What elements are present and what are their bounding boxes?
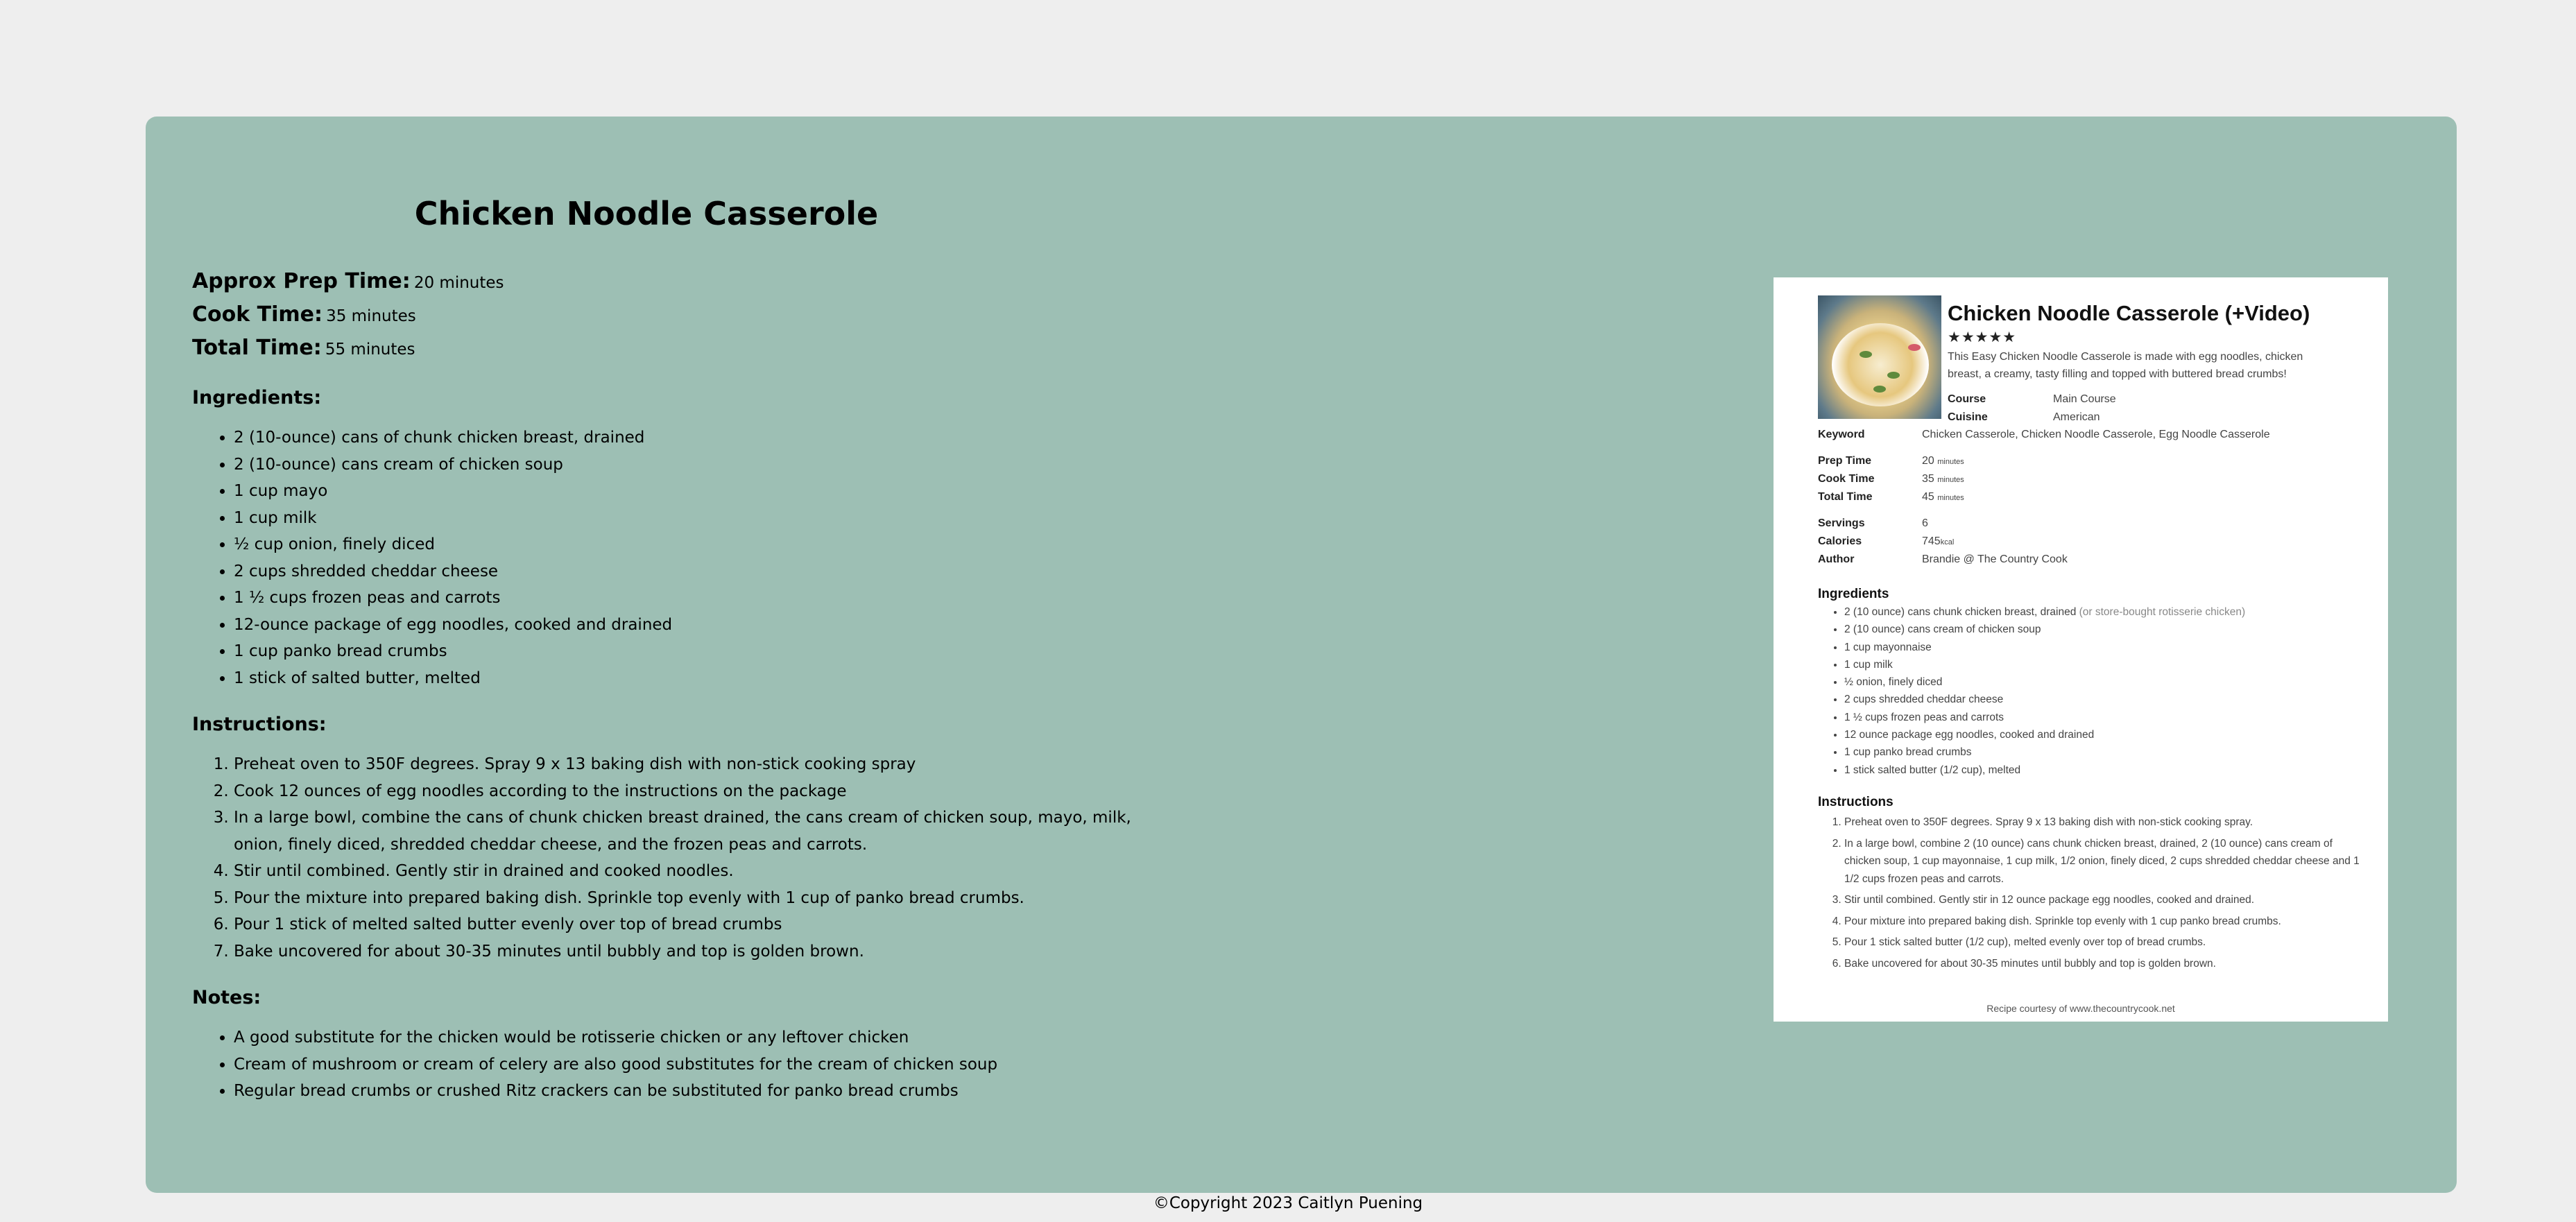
list-item: 1 cup milk bbox=[1844, 656, 2371, 673]
list-item: Stir until combined. Gently stir in drai… bbox=[234, 858, 1142, 885]
list-item: Pour 1 stick salted butter (1/2 cup), me… bbox=[1844, 933, 2371, 952]
ingredients-heading: Ingredients: bbox=[192, 387, 322, 408]
prep-time: Approx Prep Time: 20 minutes bbox=[192, 265, 1142, 298]
list-item: 2 cups shredded cheddar cheese bbox=[234, 558, 1142, 585]
list-item: 2 (10-ounce) cans cream of chicken soup bbox=[234, 451, 1142, 479]
list-item: 1 cup panko bread crumbs bbox=[234, 638, 1142, 665]
card-description: This Easy Chicken Noodle Casserole is ma… bbox=[1948, 351, 2303, 380]
instructions-heading: Instructions: bbox=[192, 714, 327, 735]
list-item: 12-ounce package of egg noodles, cooked … bbox=[234, 612, 1142, 639]
recipe-credit: Recipe courtesy of www.thecountrycook.ne… bbox=[1986, 1003, 2175, 1014]
cuisine-value: American bbox=[2053, 411, 2100, 423]
cook-time-value: 35 minutes bbox=[326, 307, 416, 325]
recipe-card: Chicken Noodle Casserole Approx Prep Tim… bbox=[146, 117, 2457, 1193]
list-item: 1 stick salted butter (1/2 cup), melted bbox=[1844, 761, 2371, 779]
notes-heading: Notes: bbox=[192, 987, 261, 1008]
instructions-list: Preheat oven to 350F degrees. Spray 9 x … bbox=[192, 751, 1142, 965]
list-item: In a large bowl, combine 2 (10 ounce) ca… bbox=[1844, 835, 2371, 888]
card-ingredients-heading: Ingredients bbox=[1818, 587, 1889, 601]
list-item: Pour mixture into prepared baking dish. … bbox=[1844, 913, 2371, 931]
cuisine-label: Cuisine bbox=[1948, 411, 1988, 423]
card-ingredients-list: 2 (10 ounce) cans chunk chicken breast, … bbox=[1818, 603, 2371, 779]
list-item: Preheat oven to 350F degrees. Spray 9 x … bbox=[1844, 814, 2371, 832]
recipe-content: Chicken Noodle Casserole Approx Prep Tim… bbox=[192, 193, 1142, 1105]
course-label: Course bbox=[1948, 393, 1986, 405]
list-item: 2 (10-ounce) cans of chunk chicken breas… bbox=[234, 424, 1142, 451]
list-item: 1 cup milk bbox=[234, 505, 1142, 532]
list-item: 1 ½ cups frozen peas and carrots bbox=[1844, 709, 2371, 726]
prep-time-label: Approx Prep Time: bbox=[192, 269, 411, 293]
list-item: 12 ounce package egg noodles, cooked and… bbox=[1844, 726, 2371, 743]
casserole-photo bbox=[1818, 295, 1941, 419]
list-item: ½ onion, finely diced bbox=[1844, 673, 2371, 691]
rating-stars-icon: ★★★★★ bbox=[1948, 329, 2017, 345]
list-item: 1 stick of salted butter, melted bbox=[234, 665, 1142, 692]
notes-list: A good substitute for the chicken would … bbox=[192, 1024, 1142, 1105]
ingredients-list: 2 (10-ounce) cans of chunk chicken breas… bbox=[192, 424, 1142, 691]
list-item: 2 cups shredded cheddar cheese bbox=[1844, 691, 2371, 708]
page-title: Chicken Noodle Casserole bbox=[414, 195, 879, 232]
list-item: Cream of mushroom or cream of celery are… bbox=[234, 1051, 1142, 1078]
card-instructions-heading: Instructions bbox=[1818, 795, 1894, 809]
list-item: Bake uncovered for about 30-35 minutes u… bbox=[234, 938, 1142, 965]
prep-time-value: 20 minutes bbox=[413, 274, 504, 292]
list-item: Cook 12 ounces of egg noodles according … bbox=[234, 778, 1142, 805]
total-time: Total Time: 55 minutes bbox=[192, 332, 1142, 365]
list-item: A good substitute for the chicken would … bbox=[234, 1024, 1142, 1051]
cook-time-label: Cook Time: bbox=[192, 302, 323, 327]
list-item: 2 (10 ounce) cans cream of chicken soup bbox=[1844, 621, 2371, 638]
keyword-value: Chicken Casserole, Chicken Noodle Casser… bbox=[1922, 429, 2270, 440]
list-item: Bake uncovered for about 30-35 minutes u… bbox=[1844, 955, 2371, 973]
list-item: ½ cup onion, finely diced bbox=[234, 531, 1142, 558]
total-time-value: 55 minutes bbox=[325, 341, 415, 359]
list-item: 1 cup mayo bbox=[234, 478, 1142, 505]
course-value: Main Course bbox=[2053, 393, 2116, 405]
keyword-label: Keyword bbox=[1818, 429, 1865, 440]
card-title: Chicken Noodle Casserole (+Video) bbox=[1948, 301, 2310, 325]
total-time-label: Total Time: bbox=[192, 336, 322, 360]
list-item: Regular bread crumbs or crushed Ritz cra… bbox=[234, 1078, 1142, 1105]
list-item: Pour 1 stick of melted salted butter eve… bbox=[234, 911, 1142, 938]
list-item: Pour the mixture into prepared baking di… bbox=[234, 885, 1142, 912]
list-item: Stir until combined. Gently stir in 12 o… bbox=[1844, 891, 2371, 909]
cook-time: Cook Time: 35 minutes bbox=[192, 298, 1142, 332]
time-summary: Approx Prep Time: 20 minutes Cook Time: … bbox=[192, 265, 1142, 365]
recipe-card-image: Chicken Noodle Casserole (+Video) ★★★★★ … bbox=[1774, 277, 2388, 1022]
list-item: 1 cup panko bread crumbs bbox=[1844, 743, 2371, 761]
list-item: 1 cup mayonnaise bbox=[1844, 639, 2371, 656]
list-item: 2 (10 ounce) cans chunk chicken breast, … bbox=[1844, 603, 2371, 621]
list-item: Preheat oven to 350F degrees. Spray 9 x … bbox=[234, 751, 1142, 778]
card-instructions-list: Preheat oven to 350F degrees. Spray 9 x … bbox=[1818, 814, 2371, 976]
footer-copyright: ©Copyright 2023 Caitlyn Puening bbox=[1153, 1194, 1423, 1212]
list-item: 1 ½ cups frozen peas and carrots bbox=[234, 585, 1142, 612]
list-item: In a large bowl, combine the cans of chu… bbox=[234, 804, 1142, 858]
